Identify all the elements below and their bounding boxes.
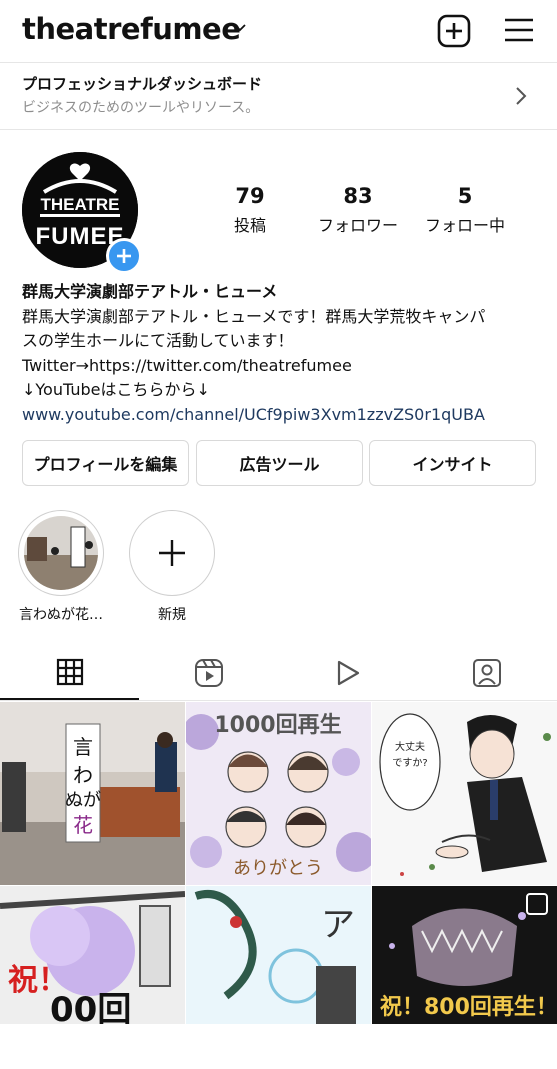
chevron-down-icon[interactable] [233,21,247,35]
stat-value: 79 [235,184,265,208]
edit-profile-button[interactable]: プロフィールを編集 [22,440,189,486]
tab-tagged[interactable] [417,645,556,700]
insights-button[interactable]: インサイト [369,440,536,486]
plus-icon [159,540,185,566]
post-thumbnail[interactable]: 言 わ ぬが 花 [0,702,185,885]
stat-label: フォロワー [317,216,398,235]
hamburger-menu-icon[interactable] [503,16,535,44]
svg-text:ぬが: ぬが [65,790,101,811]
profile-display-name: 群馬大学演劇部テアトル・ヒューメ [22,282,278,301]
reels-icon [194,658,223,687]
svg-text:ありがとう: ありがとう [233,858,323,879]
svg-text:THEATRE: THEATRE [40,195,119,214]
account-username[interactable]: theatrefumee [22,12,241,46]
svg-text:1000回再生: 1000回再生 [214,713,341,738]
svg-text:ア: ア [321,905,355,945]
svg-text:大丈夫: 大丈夫 [395,740,425,753]
plus-icon [117,249,131,263]
play-icon [337,660,359,685]
dashboard-title: プロフェッショナルダッシュボード [22,75,263,93]
posts-count[interactable]: 79 投稿 [195,184,305,236]
highlight-label: 言わぬが花… [19,607,103,623]
ad-tools-button[interactable]: 広告ツール [196,440,363,486]
svg-text:ですか?: ですか? [392,757,427,769]
post-image: 祝！800回再生！ [372,886,557,1024]
post-image: 言 わ ぬが 花 [0,702,185,885]
svg-text:祝！800回再生！: 祝！800回再生！ [380,995,557,1020]
post-image: 1000回再生 ありがとう [186,702,371,885]
bio-line: Twitter→https://twitter.com/theatrefumee [22,355,352,375]
tab-videos[interactable] [278,645,417,700]
tab-reels[interactable] [139,645,278,700]
chevron-right-icon [516,87,527,105]
post-image: ア [186,886,371,1024]
svg-text:わ: わ [73,763,93,787]
post-thumbnail[interactable]: 1000回再生 ありがとう [186,702,371,885]
stat-label: 投稿 [233,216,266,235]
stat-value: 83 [343,184,373,208]
post-thumbnail[interactable]: 祝！800回再生！ [372,886,557,1069]
bio-line: ↓YouTubeはこちらから↓ [22,380,210,399]
add-story-badge[interactable] [106,238,142,274]
plus-square-icon[interactable] [437,14,471,48]
highlight-cover [18,510,104,596]
posts-grid: 言 わ ぬが 花 1000回再生 ありがとう 大丈夫 ですか? 祝！ 00回 ア… [0,702,557,1030]
followers-count[interactable]: 83 フォロワー [303,184,413,236]
stat-label: フォロー中 [424,216,505,235]
dashboard-subtitle: ビジネスのためのツールやリソース。 [22,100,260,116]
top-bar: theatrefumee [0,0,557,63]
svg-text:言: 言 [73,735,93,759]
new-highlight[interactable]: 新規 [129,510,215,624]
grid-icon [56,658,83,685]
highlight-thumbnail [24,516,98,590]
svg-text:00回: 00回 [50,990,131,1024]
post-thumbnail[interactable]: 祝！ 00回 [0,886,185,1069]
profile-bio: 群馬大学演劇部テアトル・ヒューメ 群馬大学演劇部テアトル・ヒューメです！群馬大学… [22,280,542,427]
story-highlight[interactable]: 言わぬが花… [18,510,104,624]
professional-dashboard-row[interactable]: プロフェッショナルダッシュボード ビジネスのためのツールやリソース。 [0,63,557,130]
profile-tabs [0,645,557,701]
new-highlight-circle [129,510,215,596]
bio-line: 群馬大学演劇部テアトル・ヒューメです！群馬大学荒牧キャンパ [22,306,486,326]
tagged-icon [472,658,501,687]
bio-website-link[interactable]: www.youtube.com/channel/UCf9piw3Xvm1zzvZ… [22,403,542,428]
stat-value: 5 [457,184,473,208]
post-thumbnail[interactable]: 大丈夫 ですか? [372,702,557,885]
svg-text:花: 花 [73,813,93,837]
tab-grid[interactable] [0,645,139,700]
following-count[interactable]: 5 フォロー中 [410,184,520,236]
post-image: 祝！ 00回 [0,886,185,1030]
bio-line: スの学生ホールにて活動しています！ [22,331,294,350]
highlight-label: 新規 [158,607,186,623]
post-thumbnail[interactable]: ア [186,886,371,1069]
post-image: 大丈夫 ですか? [372,702,557,885]
